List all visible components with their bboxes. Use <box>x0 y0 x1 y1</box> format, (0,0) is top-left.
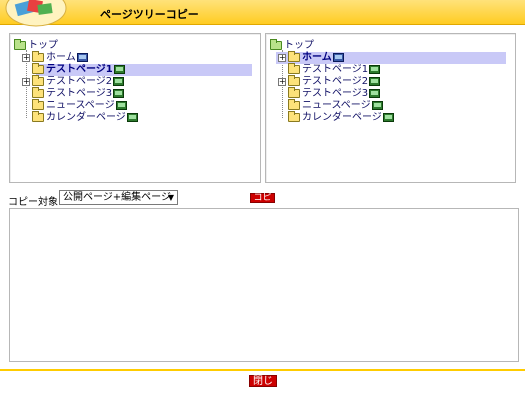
tree-node[interactable]: ニュースページ <box>278 99 498 112</box>
expand-icon[interactable]: + <box>278 54 286 62</box>
folder-icon <box>288 87 300 98</box>
tree-node-label[interactable]: ニュースページ <box>302 100 371 112</box>
tree-node-label[interactable]: テストページ3 <box>46 88 112 100</box>
tree-node[interactable]: テストページ3 <box>22 87 242 100</box>
computer-icon <box>369 65 381 74</box>
tree-node-label[interactable]: テストページ2 <box>46 76 112 88</box>
folder-icon <box>32 63 44 74</box>
computer-icon <box>369 89 381 98</box>
expand-icon[interactable]: + <box>22 78 30 86</box>
bottom-divider <box>0 369 525 371</box>
title-bar: ページツリーコピー <box>0 0 525 27</box>
folder-icon <box>288 51 300 62</box>
tree-node[interactable]: テストページ1 <box>22 63 242 76</box>
folder-icon <box>32 87 44 98</box>
app-logo-icon <box>5 0 67 27</box>
computer-icon-blue <box>332 53 344 62</box>
tree-node[interactable]: ニュースページ <box>22 99 242 112</box>
computer-icon <box>382 113 394 122</box>
result-log-area[interactable] <box>9 208 519 362</box>
tree-node[interactable]: + ホーム <box>22 51 242 64</box>
folder-icon <box>14 39 26 50</box>
tree-node[interactable]: テストページ1 <box>278 63 498 76</box>
window-title: ページツリーコピー <box>100 8 199 21</box>
tree-node-label[interactable]: ニュースページ <box>46 100 115 112</box>
folder-icon <box>288 63 300 74</box>
folder-icon <box>32 51 44 62</box>
tree-node-label[interactable]: テストページ1 <box>46 64 113 76</box>
computer-icon-blue <box>76 53 88 62</box>
computer-icon <box>113 65 125 74</box>
tree-node[interactable]: カレンダーページ <box>22 111 242 124</box>
tree-node[interactable]: + ホーム <box>278 51 498 64</box>
tree-node[interactable]: テストページ3 <box>278 87 498 100</box>
computer-icon <box>113 89 125 98</box>
expand-icon[interactable]: + <box>22 54 30 62</box>
tree-node-label[interactable]: カレンダーページ <box>302 112 382 124</box>
folder-icon <box>32 111 44 122</box>
copy-button[interactable]: コピー <box>250 193 275 212</box>
tree-root[interactable]: トップ <box>14 39 114 52</box>
source-tree-pane[interactable]: トップ + ホーム テストページ1 + テストページ2 テストページ3 ニュースページ カレンダ… <box>9 33 261 183</box>
folder-icon <box>32 99 44 110</box>
close-button[interactable]: 閉じる <box>249 375 277 398</box>
computer-icon <box>371 101 383 110</box>
copy-target-select[interactable]: 公開ページ+編集ページ ▼ <box>59 190 178 205</box>
computer-icon <box>369 77 381 86</box>
tree-node-label[interactable]: テストページ1 <box>302 64 368 76</box>
computer-icon <box>113 77 125 86</box>
tree-node-label[interactable]: テストページ2 <box>302 76 368 88</box>
copy-target-value: 公開ページ+編集ページ <box>63 192 171 203</box>
computer-icon <box>115 101 127 110</box>
folder-icon <box>32 75 44 86</box>
destination-tree-pane[interactable]: トップ + ホーム テストページ1 + テストページ2 テストページ3 ニュースページ カレンダ… <box>265 33 516 183</box>
tree-node[interactable]: + テストページ2 <box>278 75 498 88</box>
tree-node[interactable]: カレンダーページ <box>278 111 498 124</box>
tree-node[interactable]: + テストページ2 <box>22 75 242 88</box>
tree-node-label[interactable]: ホーム <box>46 52 76 64</box>
dropdown-arrow-icon: ▼ <box>167 193 174 202</box>
copy-target-label: コピー対象: <box>8 197 62 208</box>
tree-root[interactable]: トップ <box>270 39 370 52</box>
tree-node-label[interactable]: カレンダーページ <box>46 112 126 124</box>
folder-icon <box>288 75 300 86</box>
folder-icon <box>270 39 282 50</box>
computer-icon <box>126 113 138 122</box>
tree-node-label[interactable]: テストページ3 <box>302 88 368 100</box>
expand-icon[interactable]: + <box>278 78 286 86</box>
folder-icon <box>288 99 300 110</box>
tree-node-label[interactable]: ホーム <box>302 52 332 64</box>
folder-icon <box>288 111 300 122</box>
